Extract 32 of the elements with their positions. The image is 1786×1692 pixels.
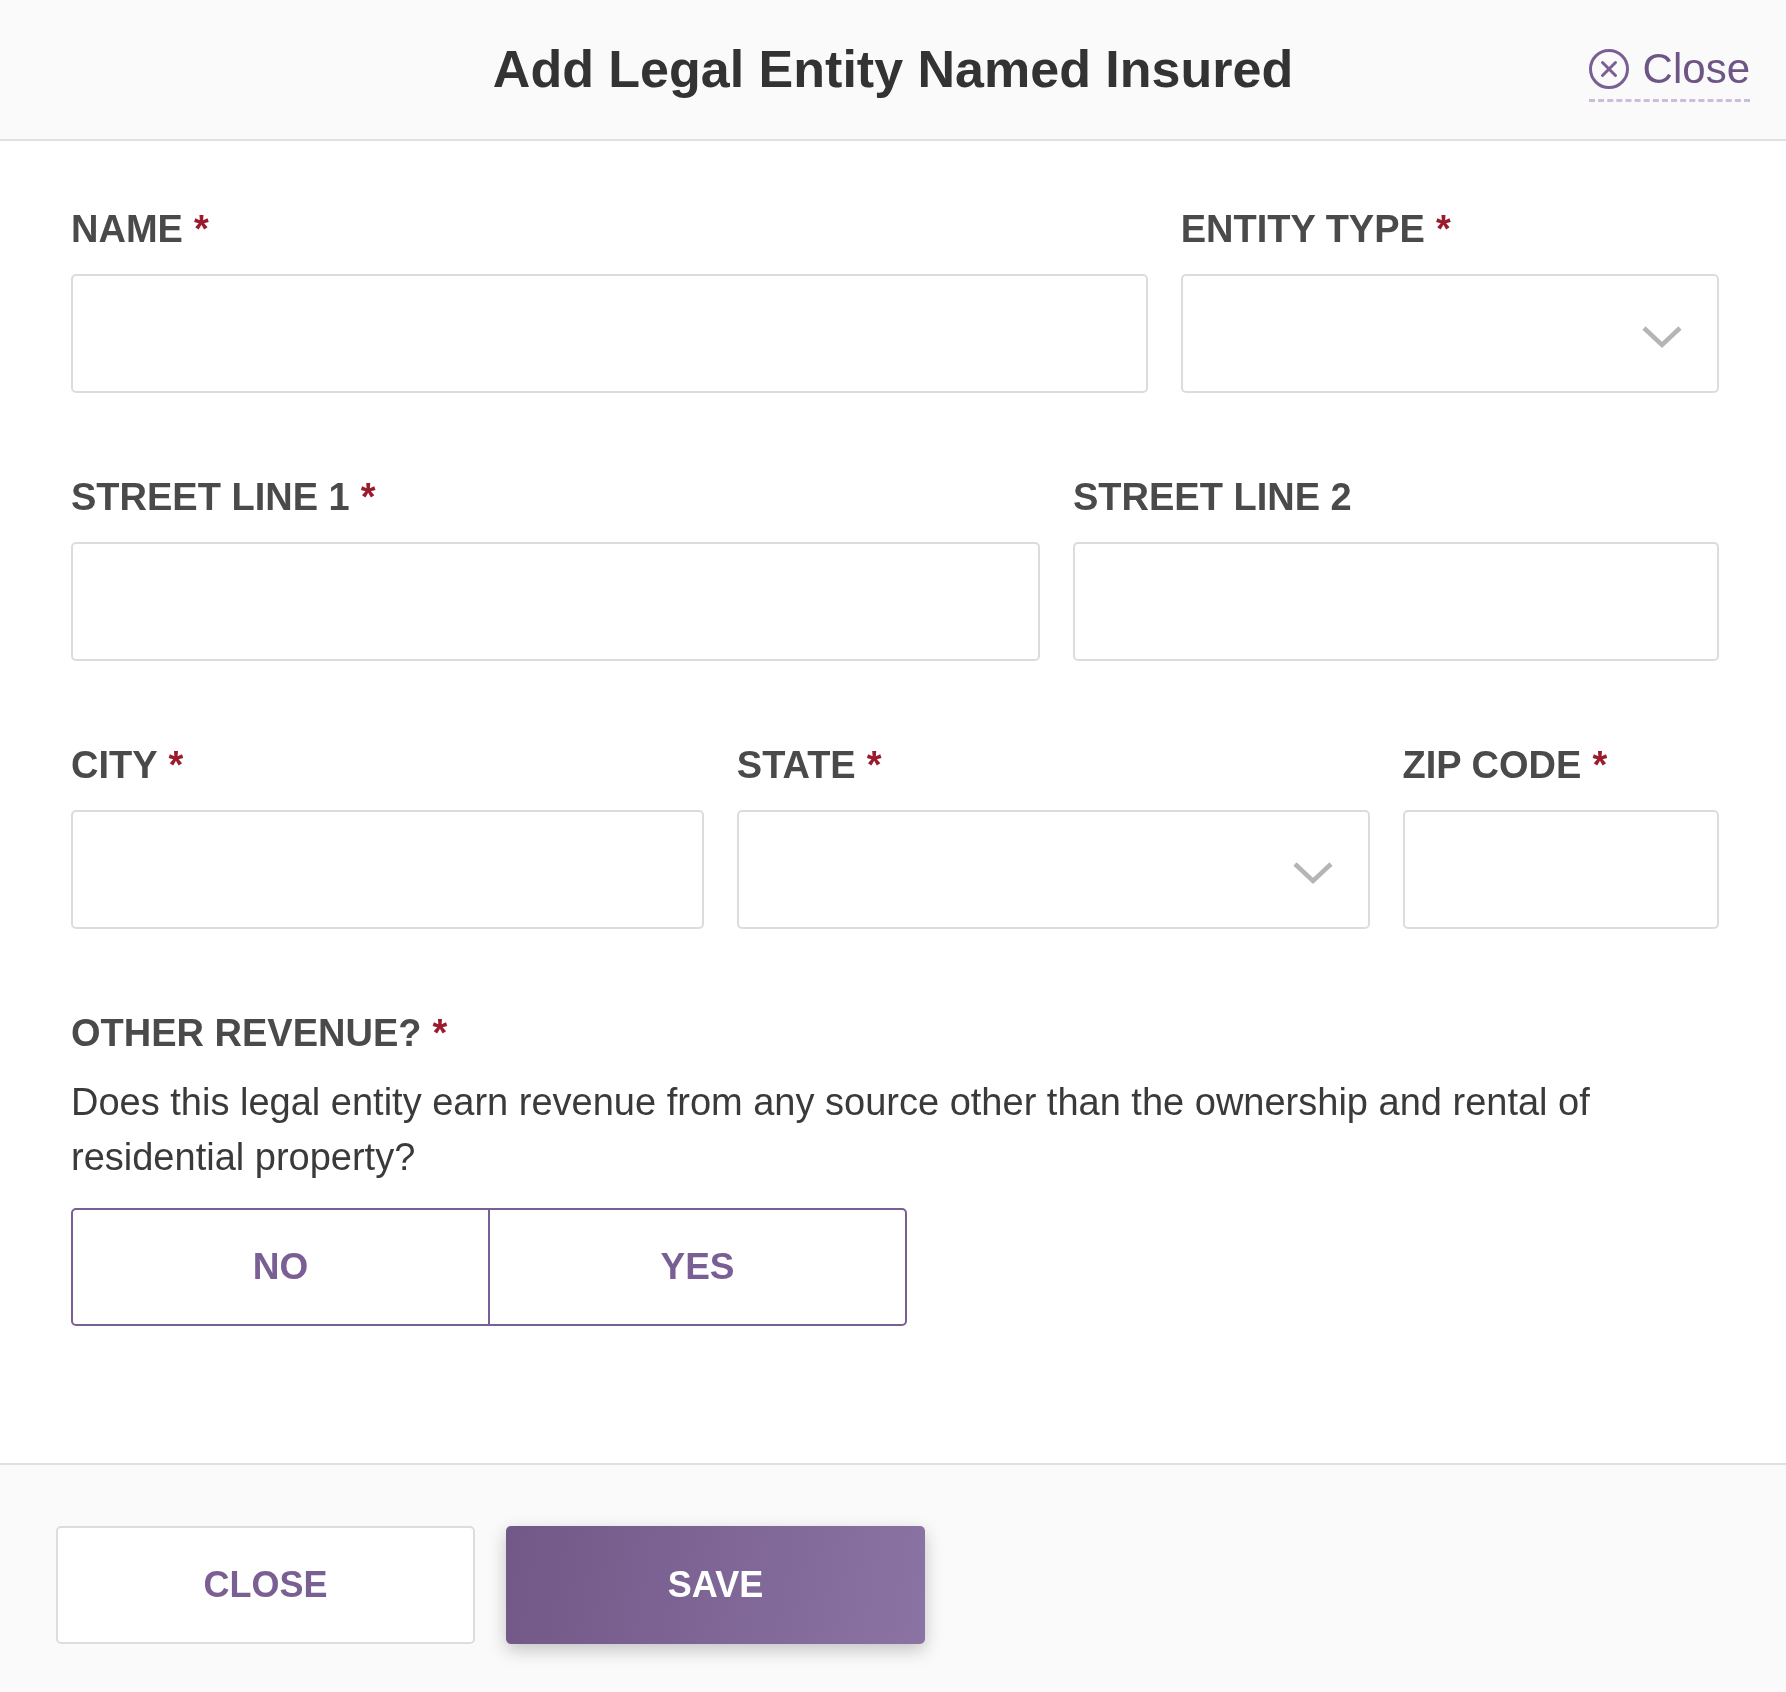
text-field[interactable] bbox=[71, 274, 1148, 393]
question-text: Does this legal entity earn revenue from any source other than the ownership and rental of residential property? bbox=[71, 1080, 1591, 1180]
required-mark: * bbox=[866, 743, 882, 787]
required-mark: * bbox=[1435, 207, 1451, 251]
required-mark: * bbox=[168, 743, 184, 787]
chevron-down-icon bbox=[1641, 324, 1683, 349]
field-label: OTHER REVENUE? bbox=[71, 1011, 422, 1055]
toggle-option[interactable]: YES bbox=[488, 1208, 907, 1326]
text-field[interactable] bbox=[1402, 810, 1719, 929]
field-label: CITY bbox=[71, 743, 158, 787]
field-label: STATE bbox=[736, 743, 856, 787]
field-label: STREET LINE 1 bbox=[71, 475, 350, 519]
dropdown-field[interactable] bbox=[1180, 274, 1719, 393]
required-mark: * bbox=[432, 1011, 448, 1055]
required-mark: * bbox=[360, 475, 376, 519]
field-label: NAME bbox=[71, 207, 183, 251]
close-button[interactable]: CLOSE bbox=[56, 1526, 475, 1644]
field-label: STREET LINE 2 bbox=[1073, 475, 1352, 519]
required-mark: * bbox=[193, 207, 209, 251]
field-label: ENTITY TYPE bbox=[1180, 207, 1425, 251]
field-label: ZIP CODE bbox=[1402, 743, 1582, 787]
required-mark: * bbox=[1592, 743, 1608, 787]
save-button[interactable]: SAVE bbox=[506, 1526, 925, 1644]
text-field[interactable] bbox=[1073, 542, 1719, 661]
dialog-title: Add Legal Entity Named Insured bbox=[492, 39, 1294, 101]
dropdown-field[interactable] bbox=[736, 810, 1370, 929]
close-icon bbox=[1588, 49, 1629, 89]
toggle-option[interactable]: NO bbox=[71, 1208, 490, 1326]
close-link[interactable]: Close bbox=[1588, 44, 1750, 103]
text-field[interactable] bbox=[71, 542, 1040, 661]
text-field[interactable] bbox=[71, 810, 704, 929]
chevron-down-icon bbox=[1291, 860, 1334, 885]
